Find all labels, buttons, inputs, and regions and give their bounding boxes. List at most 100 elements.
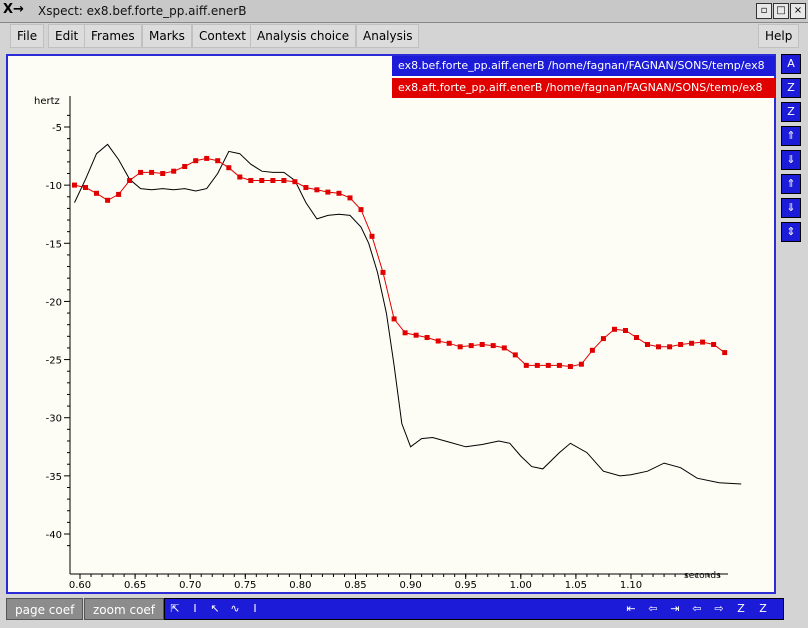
scroll-down-icon[interactable]: ⇓ — [781, 150, 801, 170]
minimize-button[interactable]: ▫ — [756, 3, 772, 19]
x-tick-label: 0.80 — [289, 580, 311, 591]
menu-file[interactable]: File — [10, 24, 45, 48]
series-point — [589, 347, 595, 353]
series-point — [292, 179, 298, 185]
text-cursor-icon: I — [253, 602, 257, 615]
menu-marks[interactable]: Marks — [142, 24, 192, 48]
series-point — [424, 335, 430, 340]
zoom-coef-button[interactable]: zoom coef — [84, 598, 165, 620]
close-button[interactable]: × — [790, 3, 806, 19]
zoom-out-icon[interactable]: Z — [753, 599, 773, 619]
series-point — [446, 340, 452, 346]
series-point — [259, 178, 265, 183]
series-point — [700, 339, 706, 345]
series-point — [160, 171, 166, 176]
y-tick-label: -10 — [46, 181, 62, 192]
bottom-bar: page coef zoom coef ⇱ I ↖ ∿ I ⇤ ⇦ ⇥ ⇦ ⇨ … — [0, 596, 808, 628]
forward-icon[interactable]: ⇨ — [709, 599, 729, 619]
plot-area[interactable]: hertz seconds -5 -10 -15 -20 -25 -30 -35 -40 0.60 0… — [6, 54, 776, 594]
y-tick-label: -20 — [46, 297, 62, 308]
series-point — [116, 191, 122, 197]
y-axis-label: hertz — [34, 96, 60, 107]
series-point — [501, 345, 507, 351]
fit-vertical-icon[interactable]: ⇕ — [781, 222, 801, 242]
series-point — [336, 190, 342, 196]
select-tool-icon[interactable]: ⇱ — [165, 599, 185, 619]
menu-edit[interactable]: Edit — [48, 24, 86, 48]
series-point — [391, 316, 397, 322]
series-point — [545, 362, 551, 368]
series-point — [226, 165, 232, 171]
menu-bar: File Edit Frames Marks Context Analysis … — [4, 24, 804, 48]
scroll-up-icon[interactable]: ⇑ — [781, 126, 801, 146]
y-tick-label: -30 — [46, 414, 62, 425]
series-point — [711, 342, 717, 347]
menu-context[interactable]: Context — [192, 24, 254, 48]
x-tick-label: 0.85 — [344, 580, 366, 591]
series-point — [281, 178, 287, 183]
series-point — [182, 164, 188, 169]
series-point — [678, 342, 684, 347]
x-tick-label: 0.65 — [124, 580, 146, 591]
title-bar: X→ Xspect: ex8.bef.forte_pp.aiff.enerB ▫… — [0, 0, 808, 23]
menu-frames[interactable]: Frames — [84, 24, 142, 48]
series-point — [556, 362, 562, 368]
tool-a-button[interactable]: A — [781, 54, 801, 74]
tool-zoom-out-button[interactable]: Z — [781, 102, 801, 122]
prev-frame-icon[interactable]: ⇦ — [643, 599, 663, 619]
app-logo-icon: X→ — [3, 2, 24, 17]
series-point — [270, 178, 276, 183]
series-point — [204, 155, 210, 161]
series-point — [512, 352, 518, 358]
menu-analysis[interactable]: Analysis — [356, 24, 420, 48]
series-point — [578, 361, 584, 367]
page-up-icon[interactable]: ⇑ — [781, 174, 801, 194]
x-tick-label: 1.00 — [510, 580, 532, 591]
series-point — [479, 342, 485, 347]
pointer-tool-icon[interactable]: ↖ — [205, 599, 225, 619]
series-point — [314, 187, 320, 193]
menu-analysis-choice[interactable]: Analysis choice — [250, 24, 357, 48]
series-point — [127, 178, 133, 183]
series-point — [303, 185, 309, 190]
series-point — [72, 182, 77, 188]
series-point — [468, 343, 474, 349]
series-point — [689, 340, 695, 346]
page-coef-button[interactable]: page coef — [6, 598, 84, 620]
zoom-in-icon[interactable]: Z — [731, 599, 751, 619]
x-tick-label: 0.95 — [455, 580, 477, 591]
menu-help[interactable]: Help — [758, 24, 800, 48]
legend: ex8.bef.forte_pp.aiff.enerB /home/fagnan… — [392, 56, 775, 100]
x-tick-label: 1.05 — [565, 580, 587, 591]
legend-item-bef[interactable]: ex8.bef.forte_pp.aiff.enerB /home/fagnan… — [392, 56, 775, 76]
series-point — [325, 189, 331, 195]
tool-zoom-in-button[interactable]: Z — [781, 78, 801, 98]
series-point — [567, 364, 573, 369]
legend-label-aft: ex8.aft.forte_pp.aiff.enerB /home/fagnan… — [398, 81, 763, 94]
page-down-icon[interactable]: ⇓ — [781, 198, 801, 218]
series-point — [149, 169, 155, 175]
right-toolbar: A Z Z ⇑ ⇓ ⇑ ⇓ ⇕ — [781, 54, 803, 244]
legend-item-aft[interactable]: ex8.aft.forte_pp.aiff.enerB /home/fagnan… — [392, 78, 775, 98]
y-tick-label: -40 — [46, 530, 62, 541]
series-point — [94, 190, 99, 196]
series-point — [138, 169, 144, 175]
first-frame-icon[interactable]: ⇤ — [621, 599, 641, 619]
tool-strip: ⇱ I ↖ ∿ I ⇤ ⇦ ⇥ ⇦ ⇨ Z Z — [164, 598, 784, 620]
back-icon[interactable]: ⇦ — [687, 599, 707, 619]
series-point — [435, 338, 441, 344]
x-tick-label: 0.90 — [399, 580, 421, 591]
last-frame-icon[interactable]: ⇥ — [665, 599, 685, 619]
series-point — [413, 332, 419, 338]
series-point — [402, 330, 408, 336]
series-point — [523, 362, 529, 368]
y-tick-label: -15 — [46, 239, 62, 250]
series-point — [171, 168, 177, 174]
curve-tool-icon[interactable]: ∿ — [225, 599, 245, 619]
x-axis-label: seconds — [684, 571, 721, 581]
series-point — [215, 158, 221, 164]
maximize-button[interactable]: □ — [773, 3, 789, 19]
series-point — [193, 158, 199, 164]
chart-canvas[interactable]: hertz seconds -5 -10 -15 -20 -25 -30 -35 -40 0.60 0… — [8, 56, 774, 592]
cursor-tool-icon[interactable]: I — [185, 599, 205, 619]
